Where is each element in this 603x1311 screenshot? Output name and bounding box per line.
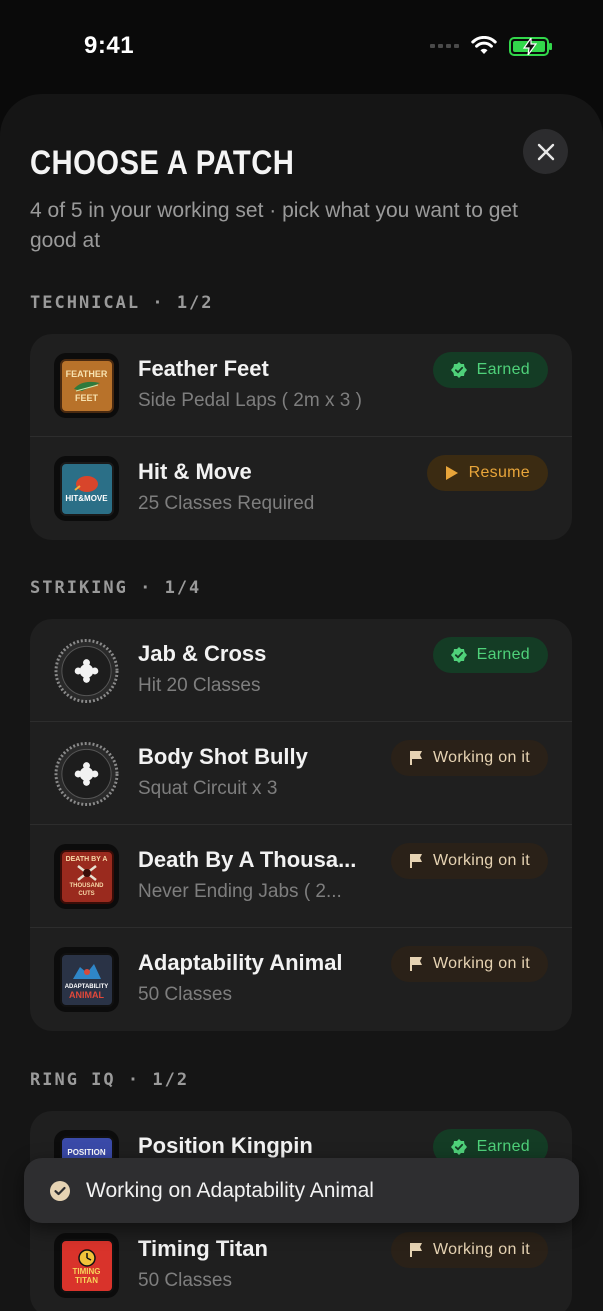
patch-requirement: Hit 20 Classes xyxy=(138,675,261,696)
wifi-icon xyxy=(471,36,497,54)
section-card-technical: FEATHER FEET Feather Feet Side Pedal Lap… xyxy=(30,334,572,540)
status-icons xyxy=(430,36,552,56)
patch-row-death-by-a-thousand-cuts[interactable]: DEATH BY A THOUSAND CUTS Death By A Thou… xyxy=(30,825,572,928)
battery-icon xyxy=(509,36,552,56)
toast-notification[interactable]: Working on Adaptability Animal xyxy=(24,1158,579,1223)
patch-badge-hit-and-move: HIT&MOVE xyxy=(54,456,119,521)
patch-badge-death-by-a-thousand-cuts: DEATH BY A THOUSAND CUTS xyxy=(54,844,119,909)
check-circle-icon xyxy=(50,1180,70,1201)
locked-patch-icon xyxy=(54,741,119,806)
patch-title: Feather Feet xyxy=(138,356,269,381)
patch-requirement: 50 Classes xyxy=(138,984,232,1005)
patch-requirement: Never Ending Jabs ( 2... xyxy=(138,881,342,902)
page-title: CHOOSE A PATCH xyxy=(30,144,295,182)
status-pill-earned[interactable]: Earned xyxy=(432,637,548,673)
patch-title: Timing Titan xyxy=(138,1236,268,1261)
patch-title: Hit & Move xyxy=(138,459,252,484)
section-card-striking: Jab & Cross Hit 20 Classes Earned Body S… xyxy=(30,619,572,1031)
patch-badge-placeholder xyxy=(54,638,119,703)
patch-badge-placeholder xyxy=(54,741,119,806)
section-label-ring-iq: RING IQ · 1/2 xyxy=(30,1070,190,1090)
resume-button[interactable]: Resume xyxy=(426,455,548,491)
patch-requirement: 25 Classes Required xyxy=(138,493,315,514)
status-pill-working[interactable]: Working on it xyxy=(391,740,548,776)
verified-check-icon xyxy=(450,362,467,378)
patch-title: Death By A Thousa... xyxy=(138,847,357,872)
patch-title: Position Kingpin xyxy=(138,1133,313,1158)
section-label-striking: STRIKING · 1/4 xyxy=(30,578,202,598)
patch-row-feather-feet[interactable]: FEATHER FEET Feather Feet Side Pedal Lap… xyxy=(30,334,572,437)
cellular-signal-icon xyxy=(430,44,459,48)
patch-requirement: Side Pedal Laps ( 2m x 3 ) xyxy=(138,390,362,411)
page-subtitle: 4 of 5 in your working set · pick what y… xyxy=(30,199,518,252)
toast-text: Working on Adaptability Animal xyxy=(86,1178,374,1202)
play-icon xyxy=(445,466,458,480)
patch-title: Jab & Cross xyxy=(138,641,267,666)
patch-requirement: Squat Circuit x 3 xyxy=(138,778,278,799)
locked-patch-icon xyxy=(54,638,119,703)
patch-badge-feather-feet: FEATHER FEET xyxy=(54,353,119,418)
patch-row-body-shot-bully[interactable]: Body Shot Bully Squat Circuit x 3 Workin… xyxy=(30,722,572,825)
flag-icon xyxy=(410,751,423,765)
patch-badge-timing-titan: TIMING TITAN xyxy=(54,1233,119,1298)
status-pill-working[interactable]: Working on it xyxy=(391,1232,548,1268)
flag-icon xyxy=(410,1243,423,1257)
patch-title: Adaptability Animal xyxy=(138,950,343,975)
status-bar: 9:41 xyxy=(0,0,603,92)
close-button[interactable] xyxy=(523,129,568,174)
flag-icon xyxy=(410,957,423,971)
status-pill-earned[interactable]: Earned xyxy=(432,352,548,388)
patch-row-jab-and-cross[interactable]: Jab & Cross Hit 20 Classes Earned xyxy=(30,619,572,722)
flag-icon xyxy=(410,854,423,868)
patch-row-adaptability-animal[interactable]: ADAPTABILITY ANIMAL Adaptability Animal … xyxy=(30,928,572,1031)
status-pill-working[interactable]: Working on it xyxy=(391,843,548,879)
patch-badge-adaptability-animal: ADAPTABILITY ANIMAL xyxy=(54,947,119,1012)
status-time: 9:41 xyxy=(84,32,135,59)
verified-check-icon xyxy=(450,647,467,663)
status-pill-working[interactable]: Working on it xyxy=(391,946,548,982)
patch-title: Body Shot Bully xyxy=(138,744,308,769)
section-label-technical: TECHNICAL · 1/2 xyxy=(30,293,214,313)
patch-requirement: 50 Classes xyxy=(138,1270,232,1291)
patch-row-timing-titan[interactable]: TIMING TITAN Timing Titan 50 Classes Wor… xyxy=(30,1214,572,1311)
patch-picker-sheet: CHOOSE A PATCH 4 of 5 in your working se… xyxy=(0,94,603,1311)
patch-row-hit-and-move[interactable]: HIT&MOVE Hit & Move 25 Classes Required … xyxy=(30,437,572,540)
close-icon xyxy=(537,143,554,160)
verified-check-icon xyxy=(450,1139,467,1155)
